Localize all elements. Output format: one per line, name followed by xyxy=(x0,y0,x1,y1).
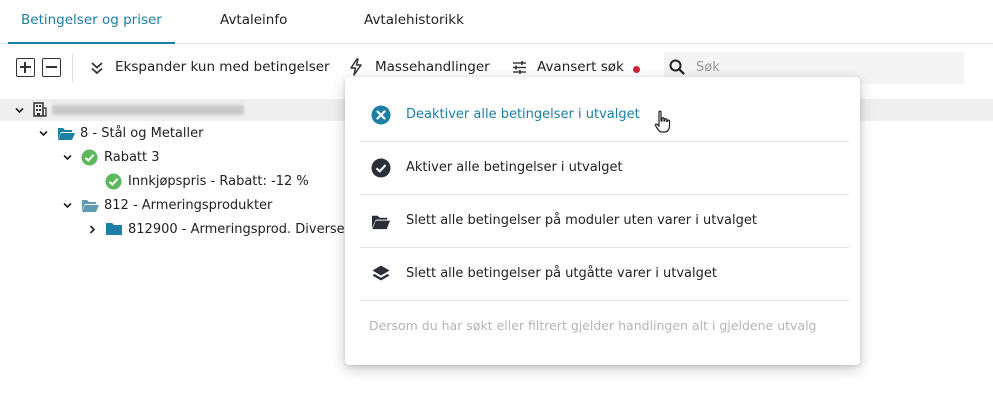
tab-avtaleinfo[interactable]: Avtaleinfo xyxy=(220,12,287,28)
chevron-down-icon[interactable] xyxy=(62,200,73,211)
double-chevron-down-icon xyxy=(91,62,103,75)
tree-node-label[interactable]: 812900 - Armeringsprod. Diverse xyxy=(128,222,345,237)
plus-square-icon[interactable] xyxy=(16,58,35,77)
tree-node-label[interactable]: 8 - Stål og Metaller xyxy=(80,126,203,141)
search-input[interactable] xyxy=(696,60,956,75)
search-icon xyxy=(669,59,685,75)
check-circle-icon xyxy=(105,173,122,190)
minus-square-icon[interactable] xyxy=(42,58,61,77)
folder-icon xyxy=(106,223,122,235)
folder-open-icon xyxy=(58,128,75,140)
chevron-down-icon[interactable] xyxy=(62,152,73,163)
tree-node-label[interactable]: 812 - Armeringsprodukter xyxy=(104,198,272,213)
expand-with-conditions-button[interactable]: Ekspander kun med betingelser xyxy=(115,59,330,75)
building-icon xyxy=(33,102,47,117)
menu-item-deactivate-all[interactable]: Deaktiver alle betingelser i utvalget xyxy=(345,89,860,141)
tab-bar: Betingelser og priser Avtaleinfo Avtaleh… xyxy=(0,0,993,44)
tab-betingelser-og-priser[interactable]: Betingelser og priser xyxy=(21,12,162,28)
chevron-down-icon[interactable] xyxy=(14,105,25,116)
check-circle-icon xyxy=(81,149,98,166)
layers-icon xyxy=(372,265,390,281)
x-circle-icon xyxy=(371,105,391,125)
advanced-search-button[interactable]: Avansert søk xyxy=(537,59,624,75)
mass-actions-menu: Deaktiver alle betingelser i utvalget Ak… xyxy=(345,77,860,365)
sliders-icon xyxy=(513,61,526,74)
tree-node-label[interactable]: Rabatt 3 xyxy=(104,150,160,165)
mass-actions-button[interactable]: Massehandlinger xyxy=(375,59,490,75)
hand-pointer-cursor-icon xyxy=(654,110,671,133)
menu-item-delete-modules-without-items[interactable]: Slett alle betingelser på moduler uten v… xyxy=(345,195,860,247)
menu-divider xyxy=(360,300,849,301)
menu-item-activate-all[interactable]: Aktiver alle betingelser i utvalget xyxy=(345,142,860,194)
check-circle-icon xyxy=(371,158,391,178)
menu-item-delete-discontinued-items[interactable]: Slett alle betingelser på utgåtte varer … xyxy=(345,248,860,300)
menu-footnote: Dersom du har søkt eller filtrert gjelde… xyxy=(369,318,817,333)
folder-open-icon xyxy=(82,200,99,212)
menu-item-label: Slett alle betingelser på utgåtte varer … xyxy=(406,266,717,281)
folder-open-icon xyxy=(371,215,391,230)
advanced-search-indicator-dot xyxy=(633,66,640,73)
toolbar-divider xyxy=(72,54,73,82)
menu-item-label: Slett alle betingelser på moduler uten v… xyxy=(406,213,757,228)
chevron-right-icon[interactable] xyxy=(87,224,98,235)
redacted-root-label xyxy=(52,105,244,115)
chevron-down-icon[interactable] xyxy=(38,128,49,139)
menu-item-label: Deaktiver alle betingelser i utvalget xyxy=(406,107,640,122)
lightning-icon xyxy=(350,58,362,76)
tab-avtalehistorikk[interactable]: Avtalehistorikk xyxy=(364,12,464,28)
tree-node-label[interactable]: Innkjøpspris - Rabatt: -12 % xyxy=(128,174,309,189)
menu-item-label: Aktiver alle betingelser i utvalget xyxy=(406,160,623,175)
